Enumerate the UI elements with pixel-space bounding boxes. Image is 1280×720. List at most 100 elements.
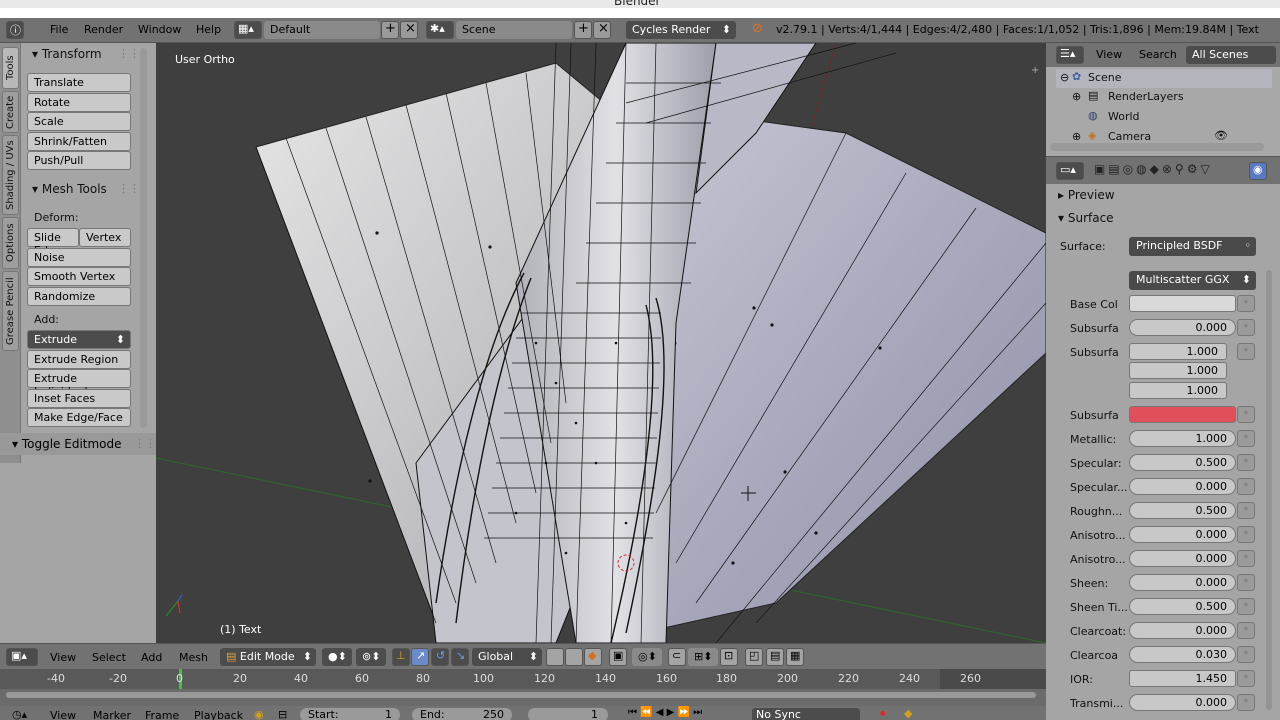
outliner-item-renderlayers[interactable]: ⊕ ▤ RenderLayers (1056, 88, 1272, 107)
orientation-select[interactable]: Global ⬍ (472, 648, 542, 666)
screen-layout-field[interactable]: Default (264, 21, 380, 39)
layer-toggle-2[interactable] (565, 648, 583, 666)
menu-view[interactable]: View (50, 709, 76, 720)
surface-shader-select[interactable]: Principled BSDF ◦ (1129, 237, 1256, 256)
subsurface-radius-z[interactable]: 1.000 (1129, 382, 1227, 399)
opengl-render-button[interactable]: ◰ (745, 648, 763, 666)
subsurface-color-swatch[interactable] (1129, 406, 1236, 423)
record-icon[interactable]: ⏺ (880, 707, 886, 720)
menu-file[interactable]: File (50, 23, 68, 36)
roughness-slider[interactable]: 0.500 (1129, 502, 1236, 519)
menu-marker[interactable]: Marker (93, 709, 131, 720)
surface-panel-header[interactable]: ▾ Surface (1058, 211, 1114, 225)
lock-icon[interactable]: ⊟ (278, 708, 287, 720)
socket-button[interactable]: ◦ (1237, 454, 1255, 471)
socket-button[interactable]: ◦ (1237, 295, 1255, 312)
clearcoat-slider[interactable]: 0.000 (1129, 622, 1236, 639)
material-tab[interactable]: ◉ (1249, 162, 1267, 180)
scene-icon[interactable]: ✱▴ (426, 21, 454, 39)
mode-select[interactable]: ▤ Edit Mode ⬍ (220, 648, 316, 666)
screen-layout-icon[interactable]: ▦▴ (234, 21, 262, 39)
menu-add[interactable]: Add (141, 651, 162, 664)
slide-edge-button[interactable]: Slide Ed (27, 228, 79, 257)
socket-button[interactable]: ◦ (1237, 526, 1255, 543)
end-frame-field[interactable]: End: 250 (412, 708, 512, 720)
manipulator-toggle[interactable]: ⊥ (392, 648, 410, 666)
smooth-vertex-button[interactable]: Smooth Vertex (27, 267, 131, 286)
eye-icon[interactable]: 👁 (1214, 129, 1228, 140)
ior-field[interactable]: 1.450 (1129, 670, 1236, 687)
specular-slider[interactable]: 0.500 (1129, 454, 1236, 471)
scale-button[interactable]: Scale (27, 112, 131, 131)
current-frame-field[interactable]: 1 (528, 708, 608, 720)
menu-view[interactable]: View (50, 651, 76, 664)
menu-help[interactable]: Help (196, 23, 221, 36)
info-editor-type-button[interactable]: ⓘ (6, 21, 24, 39)
socket-button[interactable]: ◦ (1237, 574, 1255, 591)
extrude-individual-button[interactable]: Extrude Individual (27, 369, 131, 398)
3d-viewport[interactable]: User Ortho (1) Text + (156, 43, 1046, 643)
socket-button[interactable]: ◦ (1237, 550, 1255, 567)
add-screen-button[interactable]: + (381, 21, 399, 39)
outliner-scrollbar[interactable] (1050, 143, 1264, 151)
start-frame-field[interactable]: Start: 1 (300, 708, 400, 720)
preview-panel-header[interactable]: ▸ Preview (1058, 188, 1115, 202)
properties-toggle-icon[interactable]: + (1031, 65, 1039, 76)
tab-shading-uvs[interactable]: Shading / UVs (2, 135, 19, 215)
distribution-select[interactable]: Multiscatter GGX ⬍ (1129, 271, 1256, 290)
snap-toggle[interactable]: ⊂ (668, 648, 686, 666)
anisotropic-slider[interactable]: 0.000 (1129, 526, 1236, 543)
occlude-geometry-toggle[interactable]: ▣ (609, 648, 627, 666)
display-mode-select[interactable]: All Scenes (1186, 46, 1276, 64)
tab-options[interactable]: Options (2, 217, 19, 269)
subsurface-radius-y[interactable]: 1.000 (1129, 362, 1227, 379)
remove-screen-button[interactable]: × (400, 21, 418, 39)
sync-mode-select[interactable]: No Sync (752, 708, 860, 720)
translate-button[interactable]: Translate (27, 73, 131, 92)
tab-grease-pencil[interactable]: Grease Pencil (2, 271, 19, 351)
timeline-editor-icon[interactable]: ◷▴ (12, 708, 27, 720)
clearcoat-roughness-slider[interactable]: 0.030 (1129, 646, 1236, 663)
sheen-tint-slider[interactable]: 0.500 (1129, 598, 1236, 615)
toggle-editmode-panel[interactable]: ▾ Toggle Editmode ⋮⋮ (0, 433, 156, 455)
outliner-item-world[interactable]: ◍ World (1056, 108, 1272, 127)
anisotropic-rotation-slider[interactable]: 0.000 (1129, 550, 1236, 567)
base-color-swatch[interactable] (1129, 295, 1236, 312)
keyframe-icon[interactable]: ◉ (254, 708, 264, 720)
rotate-button[interactable]: Rotate (27, 93, 131, 112)
socket-button[interactable]: ◦ (1237, 343, 1255, 360)
scale-manipulator[interactable]: ↘ (451, 648, 469, 666)
extrude-region-button[interactable]: Extrude Region (27, 350, 131, 369)
push-pull-button[interactable]: Push/Pull (27, 151, 131, 170)
add-scene-button[interactable]: + (574, 21, 592, 39)
opengl-animation-button[interactable]: ▤ (766, 648, 784, 666)
noise-button[interactable]: Noise (27, 248, 131, 267)
inset-faces-button[interactable]: Inset Faces (27, 389, 131, 408)
outliner-item-scene[interactable]: ⊖ ✿ Scene (1056, 69, 1272, 88)
timeline-scrollbar[interactable] (6, 692, 1036, 698)
slide-vertex-button[interactable]: Vertex (79, 228, 131, 247)
shading-select[interactable]: ●⬍ (322, 648, 352, 666)
remove-scene-button[interactable]: × (593, 21, 611, 39)
snap-element-select[interactable]: ⊞⬍ (688, 648, 718, 666)
pivot-select[interactable]: ⊚⬍ (356, 648, 386, 666)
tab-tools[interactable]: Tools (2, 47, 19, 89)
socket-button[interactable]: ◦ (1237, 319, 1255, 336)
socket-button[interactable]: ◦ (1237, 502, 1255, 519)
transform-panel-header[interactable]: ▾ Transform (32, 47, 102, 61)
view-options-button[interactable]: ▦ (786, 648, 804, 666)
menu-frame[interactable]: Frame (145, 709, 179, 720)
outliner-editor-type[interactable]: ☰▴ (1056, 46, 1084, 64)
mesh-tools-panel-header[interactable]: ▾ Mesh Tools (32, 182, 107, 196)
menu-window[interactable]: Window (138, 23, 181, 36)
metallic-slider[interactable]: 1.000 (1129, 430, 1236, 447)
sheen-slider[interactable]: 0.000 (1129, 574, 1236, 591)
socket-button[interactable]: ◦ (1237, 622, 1255, 639)
render-engine-select[interactable]: Cycles Render ⬍ (626, 21, 736, 39)
tab-create[interactable]: Create (2, 91, 19, 133)
scene-field[interactable]: Scene (456, 21, 572, 39)
editor-type-button[interactable]: ▣▴ (6, 648, 38, 666)
extrude-select[interactable]: Extrude ⬍ (27, 330, 131, 349)
layer-toggle-3[interactable]: ◆ (584, 648, 602, 666)
keying-set-icon[interactable]: ◆ (904, 707, 912, 720)
